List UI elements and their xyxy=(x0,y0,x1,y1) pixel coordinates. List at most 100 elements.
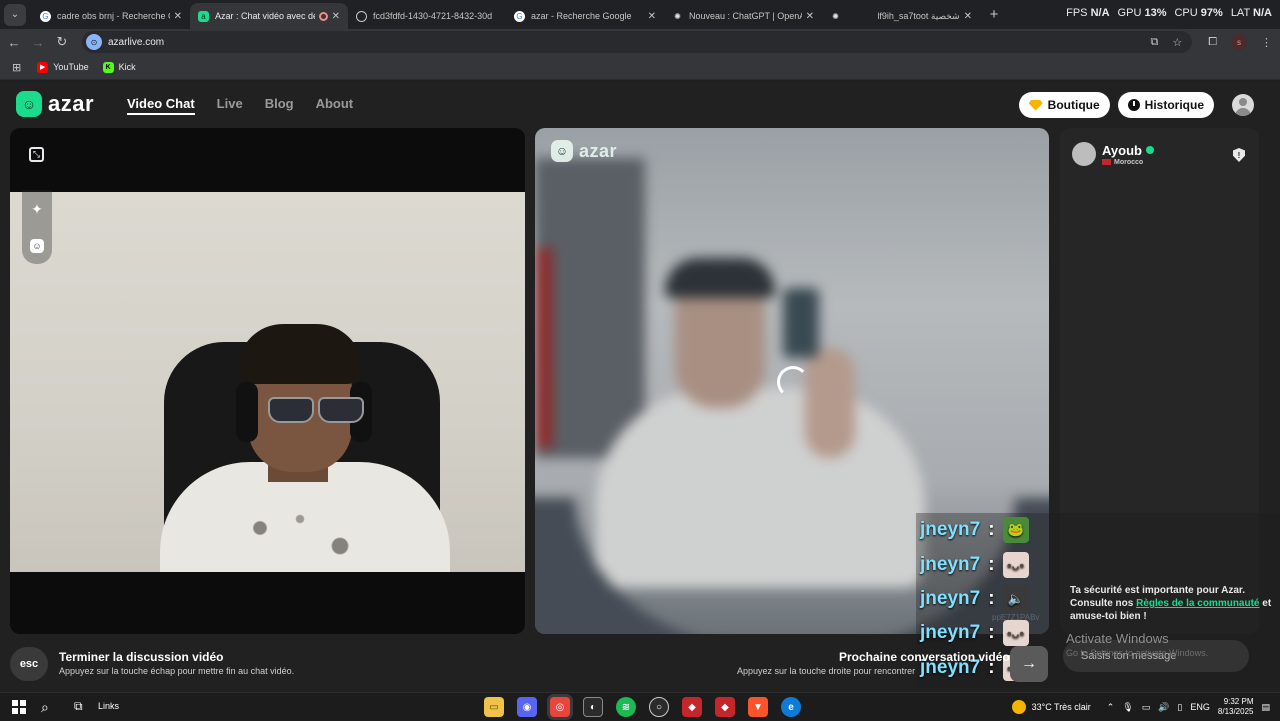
esc-key-button[interactable]: esc xyxy=(10,647,48,681)
edge-icon[interactable]: e xyxy=(781,697,801,717)
close-icon[interactable]: ✕ xyxy=(332,11,340,22)
browser-tab[interactable]: fcd3fdfd-1430-4721-8432-30d xyxy=(348,3,506,29)
close-icon[interactable]: ✕ xyxy=(806,11,814,22)
back-arrow-icon[interactable]: ← xyxy=(2,35,26,50)
end-chat-hint: Appuyez sur la touche échap pour mettre … xyxy=(59,666,295,676)
extensions-icon[interactable]: ⧠ xyxy=(1208,36,1217,49)
gpu-label: GPU xyxy=(1117,7,1142,19)
azar-logo[interactable]: ☺ azar xyxy=(16,91,94,117)
microphone-icon[interactable]: 🎙 xyxy=(1122,702,1133,713)
browser-tab[interactable]: G cadre obs brnj - Recherche Goo ✕ xyxy=(32,3,190,29)
remote-watermark-logo: ☺ azar xyxy=(551,140,617,162)
nav-live[interactable]: Live xyxy=(217,96,243,115)
apps-grid-icon[interactable]: ⊞ xyxy=(12,61,21,74)
nav-video-chat[interactable]: Video Chat xyxy=(127,96,195,115)
face-filter-icon[interactable]: ☺ xyxy=(30,239,44,254)
chat-username: jneyn7 xyxy=(920,588,981,609)
language-indicator[interactable]: ENG xyxy=(1190,702,1210,712)
community-rules-link[interactable]: Règles de la communauté xyxy=(1136,598,1259,609)
header-actions: Boutique Historique xyxy=(1018,92,1254,118)
site-info-icon[interactable]: ⊙ xyxy=(86,34,102,50)
camera-tools: ✦ ☺ xyxy=(22,190,52,264)
collapse-icon[interactable]: ⤡ xyxy=(29,147,44,162)
file-explorer-icon[interactable]: ▭ xyxy=(484,697,504,717)
bookmarks-bar: ⊞ ▶ YouTube K Kick xyxy=(0,55,1280,80)
brave-icon[interactable]: ▼ xyxy=(748,697,768,717)
lat-label: LAT xyxy=(1230,7,1250,19)
install-icon[interactable]: ⧉ xyxy=(1150,36,1158,49)
spotify-icon[interactable]: ≋ xyxy=(616,697,636,717)
browser-tab[interactable]: ✺ lf9ih_sa7toot شخصية ✕ xyxy=(822,3,980,29)
menu-dots-icon[interactable]: ⋮ xyxy=(1261,36,1272,49)
browser-tab[interactable]: ✺ Nouveau : ChatGPT | OpenAI ✕ xyxy=(664,3,822,29)
close-icon[interactable]: ✕ xyxy=(174,11,182,22)
tab-search-button[interactable]: ⌄ xyxy=(4,3,26,26)
activate-windows-title: Activate Windows xyxy=(1066,631,1169,646)
network-icon[interactable]: ▭ xyxy=(1142,702,1151,713)
forward-arrow-icon[interactable]: → xyxy=(26,35,50,50)
url-bar[interactable]: ⊙ azarlive.com xyxy=(82,31,1192,53)
browser-tab-active[interactable]: a Azar : Chat vidéo avec de n ✕ xyxy=(190,3,348,29)
volume-icon[interactable]: 🔊 xyxy=(1158,702,1169,713)
weather-text: 33°C Très clair xyxy=(1031,702,1091,712)
tab-title: cadre obs brnj - Recherche Goo xyxy=(57,11,170,21)
next-chat-title: Prochaine conversation vidéo xyxy=(839,650,1010,664)
star-icon[interactable]: ☆ xyxy=(1172,36,1182,49)
discord-icon[interactable]: ◉ xyxy=(517,697,537,717)
browser-tab[interactable]: G azar - Recherche Google ✕ xyxy=(506,3,664,29)
bookmark-kick[interactable]: K Kick xyxy=(102,61,136,73)
tab-title: Azar : Chat vidéo avec de n xyxy=(215,11,315,21)
gpu-value: 13 xyxy=(1144,7,1157,19)
frog-emote-icon: 🐸 xyxy=(1002,517,1029,543)
close-icon[interactable]: ✕ xyxy=(648,11,656,22)
links-toolbar[interactable]: Links xyxy=(98,701,119,711)
history-label: Historique xyxy=(1144,98,1204,112)
openai-icon: ✺ xyxy=(674,11,681,21)
partner-avatar[interactable] xyxy=(1072,142,1096,166)
report-shield-icon[interactable]: ! xyxy=(1233,148,1245,162)
clock-time: 9:32 PM xyxy=(1223,697,1254,706)
gem-icon xyxy=(1028,99,1043,111)
tab-title: fcd3fdfd-1430-4721-8432-30d xyxy=(373,11,493,21)
reload-icon[interactable]: ↻ xyxy=(50,34,74,50)
anydesk-icon[interactable]: ◆ xyxy=(715,697,735,717)
system-clock[interactable]: 9:32 PM 8/13/2025 xyxy=(1218,697,1254,717)
search-icon[interactable]: ⌕ xyxy=(41,699,49,716)
recording-icon xyxy=(318,11,328,21)
next-arrow-button[interactable]: → xyxy=(1010,646,1048,682)
browser-tab-strip: ⌄ G cadre obs brnj - Recherche Goo ✕ a A… xyxy=(0,0,1280,29)
sparkle-icon[interactable]: ✦ xyxy=(31,201,43,218)
task-view-icon[interactable]: ⧉ xyxy=(74,699,83,714)
close-icon[interactable]: ✕ xyxy=(964,11,972,22)
app-ring-icon[interactable]: ○ xyxy=(649,697,669,717)
perf-overlay: FPS N/A GPU 13% CPU 97% LAT N/A xyxy=(1066,7,1272,19)
obs-icon[interactable]: ◐ xyxy=(583,697,603,717)
battery-icon[interactable]: ▯ xyxy=(1177,702,1182,713)
bookmark-label: Kick xyxy=(118,62,136,72)
chrome-icon[interactable]: ◎ xyxy=(550,697,570,717)
bookmark-youtube[interactable]: ▶ YouTube xyxy=(37,61,89,73)
history-button[interactable]: Historique xyxy=(1117,92,1214,118)
shop-button[interactable]: Boutique xyxy=(1018,92,1110,118)
loading-spinner-icon xyxy=(777,366,809,398)
profile-avatar[interactable]: s xyxy=(1231,34,1247,50)
windows-start-icon[interactable] xyxy=(12,700,26,714)
new-tab-button[interactable]: + xyxy=(984,6,1004,23)
shop-label: Boutique xyxy=(1047,98,1100,112)
windows-taskbar: ⌕ ⧉ Links ▭ ◉ ◎ ◐ ≋ ○ ◆ ◆ ▼ e 33°C Très … xyxy=(0,692,1280,720)
notification-icon[interactable]: ▤ xyxy=(1261,702,1270,713)
speaker-emote-icon: 🔈 xyxy=(1002,586,1029,612)
nav-about[interactable]: About xyxy=(316,96,354,115)
anydesk-icon[interactable]: ◆ xyxy=(682,697,702,717)
chevron-up-icon[interactable]: ⌃ xyxy=(1107,702,1115,713)
nav-blog[interactable]: Blog xyxy=(265,96,294,115)
sun-icon xyxy=(1011,700,1026,714)
user-icon[interactable] xyxy=(1232,94,1254,116)
azar-logo-icon: ☺ xyxy=(16,91,42,117)
activate-windows-subtitle: Go to Settings to activate Windows. xyxy=(1066,648,1209,658)
url-text[interactable]: azarlive.com xyxy=(108,37,164,48)
weather-widget[interactable]: 33°C Très clair xyxy=(1011,700,1091,714)
fps-label: FPS xyxy=(1066,7,1088,19)
cpu-label: CPU xyxy=(1174,7,1198,19)
kick-icon: K xyxy=(102,61,114,73)
